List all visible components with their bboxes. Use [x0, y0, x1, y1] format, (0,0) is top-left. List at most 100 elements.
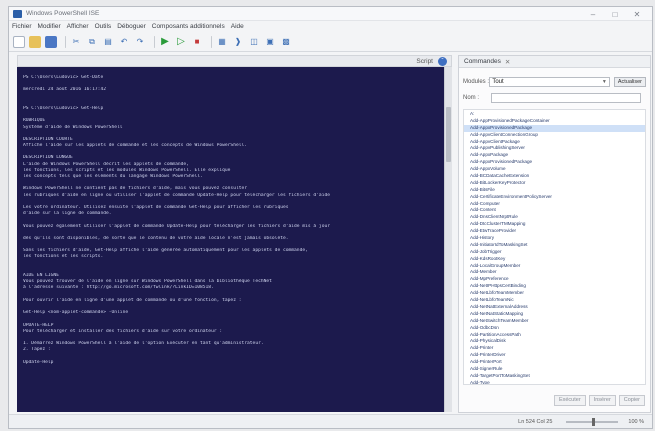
- window-controls: – □ ✕: [582, 7, 648, 21]
- command-list-item[interactable]: Add-NetNatExternalAddress: [464, 304, 645, 311]
- command-list-item[interactable]: Add-Computer: [464, 201, 645, 208]
- console-line: Update-Help: [23, 359, 54, 365]
- command-list-item[interactable]: Add-DnsClientNrptRule: [464, 214, 645, 221]
- command-list-item[interactable]: Add-AppxProvisionedPackage: [464, 159, 645, 166]
- command-list-item[interactable]: Add-LocalGroupMember: [464, 263, 645, 270]
- command-list-item[interactable]: Add-AppvPublishingServer: [464, 145, 645, 152]
- show-commands-icon[interactable]: ▩: [280, 36, 292, 48]
- run-selection-icon[interactable]: ▷: [175, 36, 187, 48]
- command-list-item[interactable]: Add-TargetPortToMaskingSet: [464, 373, 645, 380]
- powershell-icon[interactable]: ❱: [232, 36, 244, 48]
- save-icon[interactable]: [45, 35, 57, 48]
- console-scrollbar[interactable]: [444, 67, 452, 412]
- run-icon[interactable]: ▶: [159, 36, 171, 48]
- command-list[interactable]: A: Add-AppProvisionedPackageContainer Add-…: [463, 109, 646, 385]
- command-list-item[interactable]: Add-BitsFile: [464, 187, 645, 194]
- copy-icon[interactable]: ⧉: [86, 36, 98, 48]
- script-pane-bar: Script ˆ: [17, 55, 452, 67]
- command-list-item[interactable]: Add-SignerRule: [464, 366, 645, 373]
- command-buttons: Exécuter Insérer Copier: [551, 395, 645, 406]
- modules-label: Modules :: [463, 78, 490, 85]
- command-list-item[interactable]: A:: [464, 111, 645, 118]
- redo-icon[interactable]: ↷: [134, 36, 146, 48]
- close-icon[interactable]: ✕: [626, 7, 648, 21]
- command-list-item[interactable]: Add-AppxPackage: [464, 152, 645, 159]
- command-list-item[interactable]: Add-BitLockerKeyProtector: [464, 180, 645, 187]
- new-file-icon[interactable]: [13, 35, 25, 48]
- chevron-up-icon[interactable]: ˆ: [438, 57, 447, 66]
- command-list-item[interactable]: Add-AppxVolume: [464, 166, 645, 173]
- commands-tab[interactable]: Commandes ✕: [459, 56, 650, 68]
- refresh-button[interactable]: Actualiser: [613, 76, 646, 87]
- command-list-item[interactable]: Add-Content: [464, 207, 645, 214]
- menu-bar: Fichier Modifier Afficher Outils Débogue…: [9, 21, 652, 32]
- scrollbar-thumb[interactable]: [446, 107, 451, 162]
- command-list-item[interactable]: Add-InitiatorIdToMaskingSet: [464, 242, 645, 249]
- command-list-item[interactable]: Add-AppxProvisionedPackage: [464, 124, 645, 132]
- new-remote-tab-icon[interactable]: ▦: [216, 36, 228, 48]
- undo-icon[interactable]: ↶: [118, 36, 130, 48]
- menu-outils[interactable]: Outils: [95, 23, 112, 30]
- chevron-down-icon: ▼: [601, 78, 607, 85]
- command-list-item[interactable]: Add-CertificateEnvironmentPolicyServer: [464, 194, 645, 201]
- command-list-item[interactable]: Add-PrinterPort: [464, 359, 645, 366]
- open-file-icon[interactable]: [29, 35, 41, 48]
- menu-composants[interactable]: Composants additionnels: [152, 23, 225, 30]
- commands-tab-label: Commandes: [464, 58, 501, 65]
- command-list-item[interactable]: Add-PrinterDriver: [464, 352, 645, 359]
- command-list-item[interactable]: Add-Type: [464, 380, 645, 384]
- command-list-item[interactable]: Add-Member: [464, 269, 645, 276]
- command-list-item[interactable]: Add-OdbcDsn: [464, 325, 645, 332]
- command-list-item[interactable]: Add-PhysicalDisk: [464, 338, 645, 345]
- zoom-slider-thumb[interactable]: [592, 417, 596, 426]
- command-list-item[interactable]: Add-NetIPHttpsCertBinding: [464, 283, 645, 290]
- paste-icon[interactable]: ▤: [102, 36, 114, 48]
- menu-deboguer[interactable]: Déboguer: [117, 23, 146, 30]
- command-list-item[interactable]: Add-PartitionAccessPath: [464, 332, 645, 339]
- command-list-item[interactable]: Add-Printer: [464, 345, 645, 352]
- title-bar: Windows PowerShell ISE – □ ✕: [9, 7, 652, 21]
- menu-modifier[interactable]: Modifier: [38, 23, 61, 30]
- insert-button[interactable]: Insérer: [588, 395, 616, 406]
- name-row: Nom :: [463, 92, 646, 103]
- command-list-item[interactable]: Add-NetNatStaticMapping: [464, 311, 645, 318]
- layout-icon[interactable]: ◫: [248, 36, 260, 48]
- command-list-item[interactable]: Add-BCDataCacheExtension: [464, 173, 645, 180]
- toolbar-separator: [65, 35, 66, 48]
- command-list-item[interactable]: Add-AppvClientConnectionGroup: [464, 132, 645, 139]
- toolbar-separator: [211, 35, 212, 48]
- command-list-item[interactable]: Add-DtcClusterTMMapping: [464, 221, 645, 228]
- command-list-item[interactable]: Add-History: [464, 235, 645, 242]
- command-list-item[interactable]: Add-MpPreference: [464, 276, 645, 283]
- zoom-level: 100 %: [628, 418, 644, 425]
- toolbar: ✂ ⧉ ▤ ↶ ↷ ▶ ▷ ■ ▦ ❱ ◫ ▣ ▩: [9, 32, 652, 52]
- command-list-item[interactable]: Add-EtwTraceProvider: [464, 228, 645, 235]
- command-list-item[interactable]: Add-AppvClientPackage: [464, 139, 645, 146]
- command-list-item[interactable]: Add-KdsRootKey: [464, 256, 645, 263]
- copy-button[interactable]: Copier: [618, 395, 645, 406]
- stop-icon[interactable]: ■: [191, 36, 203, 48]
- modules-row: Modules : Tout ▼ Actualiser: [463, 76, 646, 87]
- menu-aide[interactable]: Aide: [231, 23, 244, 30]
- modules-select[interactable]: Tout ▼: [489, 76, 610, 87]
- command-list-item[interactable]: Add-AppProvisionedPackageContainer: [464, 118, 645, 125]
- script-label[interactable]: Script: [416, 58, 433, 65]
- command-list-item[interactable]: Add-NetSwitchTeamMember: [464, 318, 645, 325]
- menu-afficher[interactable]: Afficher: [67, 23, 89, 30]
- command-list-item[interactable]: Add-NetLbfoTeamNic: [464, 297, 645, 304]
- maximize-icon[interactable]: □: [604, 7, 626, 21]
- window-title: Windows PowerShell ISE: [26, 10, 100, 17]
- close-icon[interactable]: ✕: [505, 58, 510, 66]
- menu-fichier[interactable]: Fichier: [12, 23, 32, 30]
- show-script-icon[interactable]: ▣: [264, 36, 276, 48]
- console-pane[interactable]: PS C:\Users\Ludovic> Get-Date mercredi 24…: [17, 67, 444, 412]
- zoom-slider[interactable]: [566, 417, 619, 426]
- cut-icon[interactable]: ✂: [70, 36, 82, 48]
- minimize-icon[interactable]: –: [582, 7, 604, 21]
- command-list-item[interactable]: Add-JobTrigger: [464, 249, 645, 256]
- toolbar-separator: [154, 35, 155, 48]
- powershell-ise-window: Windows PowerShell ISE – □ ✕ Fichier Mod…: [8, 6, 653, 429]
- name-input[interactable]: [491, 92, 641, 103]
- command-list-item[interactable]: Add-NetLbfoTeamMember: [464, 290, 645, 297]
- run-button[interactable]: Exécuter: [553, 395, 586, 406]
